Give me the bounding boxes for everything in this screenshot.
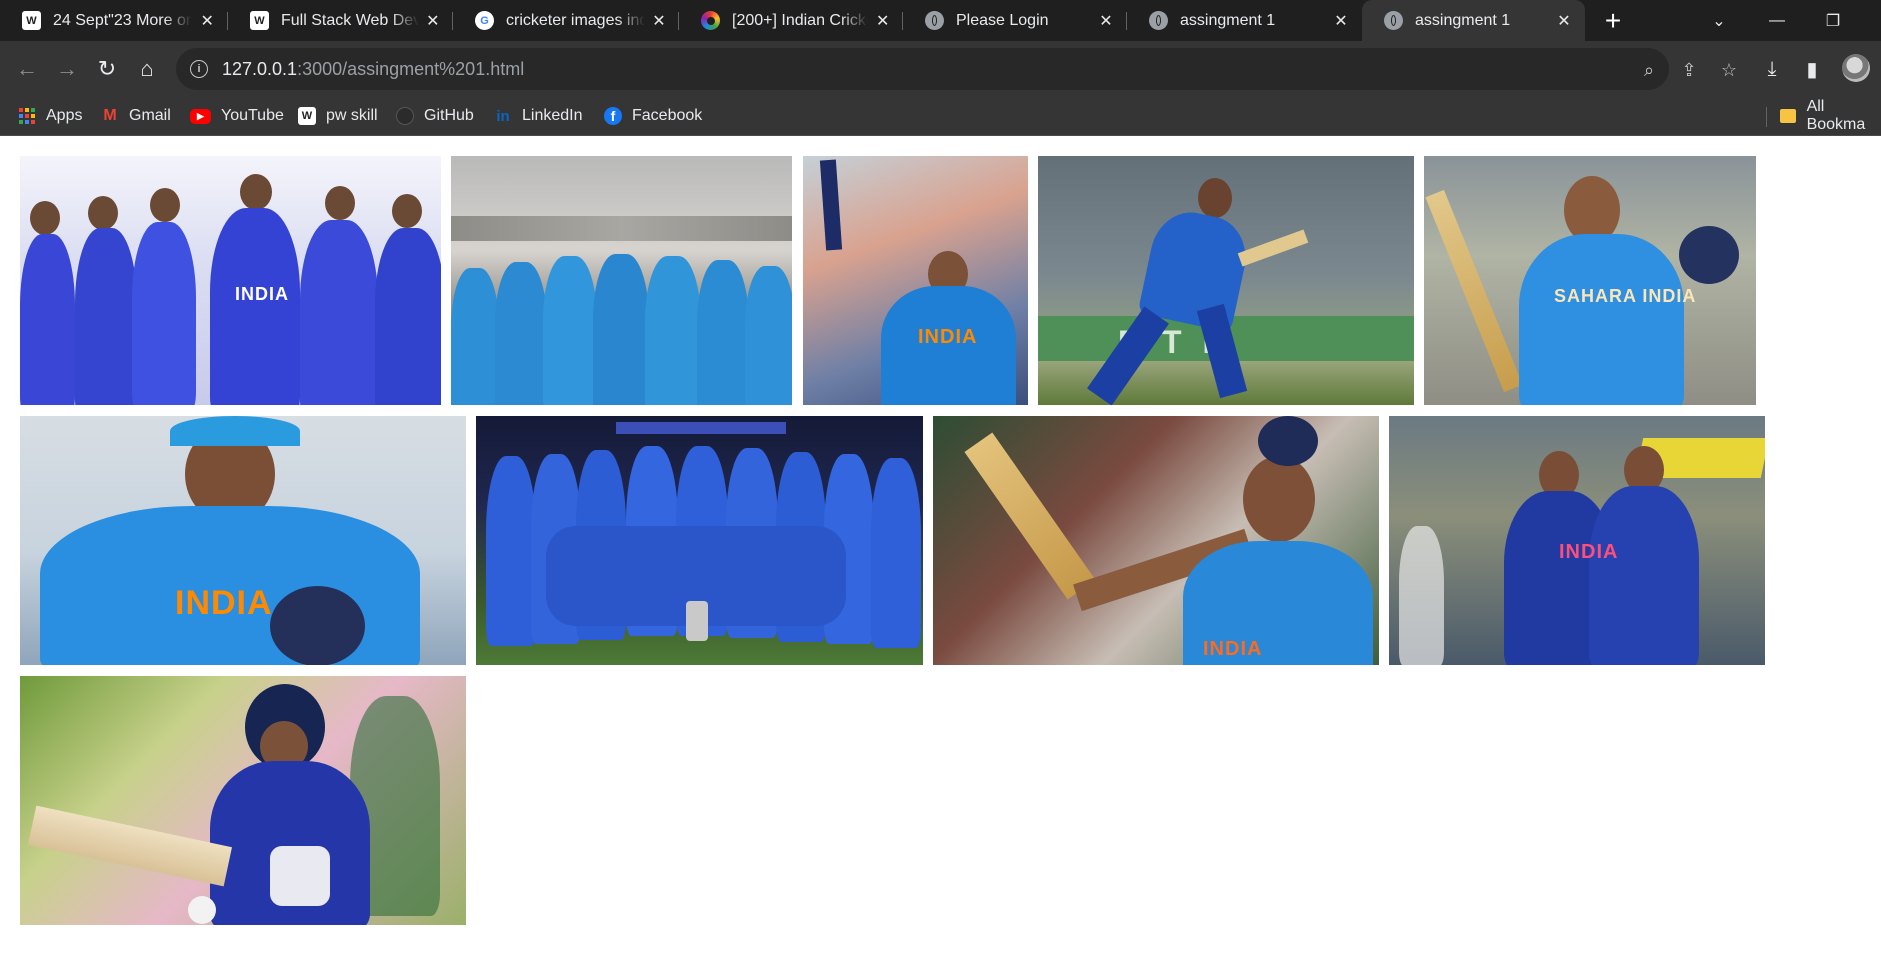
bookmarks-bar: Apps M Gmail ▶ YouTube W pw skill GitHub… bbox=[0, 97, 1881, 136]
close-icon[interactable]: ✕ bbox=[1332, 12, 1350, 30]
tab-title: Full Stack Web Devel bbox=[281, 11, 419, 29]
url-path: :3000/assingment%201.html bbox=[297, 58, 525, 79]
minimize-button[interactable]: — bbox=[1754, 0, 1800, 41]
jersey-text: INDIA bbox=[1203, 638, 1263, 660]
bookmark-star-icon[interactable]: ☆ bbox=[1718, 59, 1740, 81]
side-panel-icon[interactable]: ▮ bbox=[1796, 53, 1828, 85]
new-tab-button[interactable]: + bbox=[1598, 5, 1628, 36]
bookmark-label: Facebook bbox=[632, 107, 703, 124]
browser-toolbar: ← → ↻ ⌂ i 127.0.0.1:3000/assingment%201.… bbox=[0, 41, 1881, 97]
tab-2[interactable]: W Full Stack Web Devel ✕ bbox=[228, 0, 453, 41]
batsman-celebrating-photo: INDIA bbox=[933, 416, 1379, 665]
bookmark-github[interactable]: GitHub bbox=[396, 104, 474, 128]
close-icon[interactable]: ✕ bbox=[874, 12, 891, 30]
fielders-walking-photo: INDIA bbox=[1389, 416, 1765, 665]
jersey-text: INDIA bbox=[918, 326, 978, 348]
tab-title: cricketer images india bbox=[506, 11, 645, 29]
share-icon[interactable]: ⇪ bbox=[1678, 59, 1700, 81]
pw-skills-icon: W bbox=[250, 11, 269, 30]
apps-grid-icon bbox=[18, 107, 36, 125]
tab-title: 24 Sept"23 More on bbox=[53, 11, 193, 29]
reload-button[interactable]: ↻ bbox=[91, 53, 123, 85]
forward-button[interactable]: → bbox=[51, 53, 83, 85]
github-icon bbox=[396, 107, 414, 125]
folder-icon bbox=[1780, 107, 1797, 125]
jersey-text: INDIA bbox=[175, 584, 273, 622]
captain-with-helmet-photo: INDIA bbox=[20, 416, 466, 665]
gmail-icon: M bbox=[103, 107, 117, 124]
all-bookmarks-button[interactable]: All Bookma bbox=[1780, 98, 1881, 133]
bookmark-apps[interactable]: Apps bbox=[18, 104, 82, 128]
linkedin-icon: in bbox=[496, 107, 510, 125]
close-icon[interactable]: ✕ bbox=[425, 12, 441, 30]
close-icon[interactable]: ✕ bbox=[651, 12, 667, 30]
jersey-text: INDIA bbox=[235, 284, 289, 304]
home-button[interactable]: ⌂ bbox=[131, 53, 163, 85]
bookmark-gmail[interactable]: M Gmail bbox=[101, 104, 171, 128]
tab-7-active[interactable]: assingment 1 ✕ bbox=[1362, 0, 1585, 41]
tab-title: assingment 1 bbox=[1180, 11, 1276, 29]
bookmark-youtube[interactable]: ▶ YouTube bbox=[190, 104, 284, 128]
zoom-icon[interactable]: ⌕ bbox=[1638, 59, 1660, 81]
jersey-text: INDIA bbox=[1559, 541, 1619, 563]
tab-6[interactable]: assingment 1 ✕ bbox=[1127, 0, 1362, 41]
bookmark-label: Gmail bbox=[129, 107, 171, 124]
globe-icon bbox=[1149, 11, 1168, 30]
site-info-icon[interactable]: i bbox=[190, 60, 208, 78]
tab-title: Please Login bbox=[956, 11, 1049, 29]
batsman-running-photo: B T B bbox=[1038, 156, 1414, 405]
restore-button[interactable]: ❐ bbox=[1810, 0, 1856, 41]
globe-icon bbox=[1384, 11, 1403, 30]
facebook-icon: f bbox=[604, 107, 622, 125]
google-icon: G bbox=[475, 11, 494, 30]
bookmark-label: YouTube bbox=[221, 107, 284, 124]
team-lineup-photo: INDIA bbox=[20, 156, 441, 405]
batter-playing-shot-photo bbox=[20, 676, 466, 925]
all-bookmarks-label: All Bookma bbox=[1806, 98, 1866, 133]
tab-1[interactable]: W 24 Sept"23 More on ✕ bbox=[0, 0, 228, 41]
tab-4[interactable]: [200+] Indian Cricket ✕ bbox=[679, 0, 903, 41]
tab-5[interactable]: Please Login ✕ bbox=[903, 0, 1127, 41]
bookmark-label: GitHub bbox=[424, 107, 474, 124]
color-ring-icon bbox=[701, 11, 720, 30]
globe-icon bbox=[925, 11, 944, 30]
jersey-text: SAHARA INDIA bbox=[1554, 286, 1697, 306]
tab-strip: W 24 Sept"23 More on ✕ W Full Stack Web … bbox=[0, 0, 1881, 41]
address-bar[interactable]: i 127.0.0.1:3000/assingment%201.html ⌕ ⇪… bbox=[176, 48, 1737, 90]
page-content: INDIA INDIA B T B SAHARA INDIA INDIA IND… bbox=[0, 137, 1881, 980]
team-stadium-photo bbox=[451, 156, 792, 405]
close-icon[interactable]: ✕ bbox=[1097, 12, 1115, 30]
batsman-raising-bat-photo: INDIA bbox=[803, 156, 1028, 405]
tab-title: assingment 1 bbox=[1415, 11, 1511, 29]
pw-skills-icon: W bbox=[22, 11, 41, 30]
close-icon[interactable]: ✕ bbox=[198, 12, 216, 30]
bookmark-label: pw skill bbox=[326, 107, 378, 124]
profile-avatar[interactable] bbox=[1842, 54, 1870, 82]
pw-skills-icon: W bbox=[298, 107, 316, 125]
team-trophy-photo bbox=[476, 416, 923, 665]
bookmark-linkedin[interactable]: in LinkedIn bbox=[494, 104, 583, 128]
bookmark-facebook[interactable]: f Facebook bbox=[604, 104, 702, 128]
tab-search-chevron-icon[interactable]: ⌄ bbox=[1696, 0, 1742, 41]
address-url[interactable]: 127.0.0.1:3000/assingment%201.html bbox=[222, 59, 524, 80]
tab-3[interactable]: G cricketer images india ✕ bbox=[453, 0, 679, 41]
bookmark-label: LinkedIn bbox=[522, 107, 583, 124]
bookmark-label: Apps bbox=[46, 107, 83, 124]
back-button[interactable]: ← bbox=[11, 53, 43, 85]
batsman-looking-up-photo: SAHARA INDIA bbox=[1424, 156, 1756, 405]
youtube-icon: ▶ bbox=[190, 108, 211, 124]
bookmark-pw-skill[interactable]: W pw skill bbox=[298, 104, 378, 128]
download-icon[interactable]: ⤓ bbox=[1756, 53, 1788, 85]
bookmarks-divider bbox=[1766, 107, 1767, 127]
close-icon[interactable]: ✕ bbox=[1555, 12, 1573, 30]
url-host: 127.0.0.1 bbox=[222, 58, 298, 79]
tab-title: [200+] Indian Cricket bbox=[732, 11, 869, 29]
